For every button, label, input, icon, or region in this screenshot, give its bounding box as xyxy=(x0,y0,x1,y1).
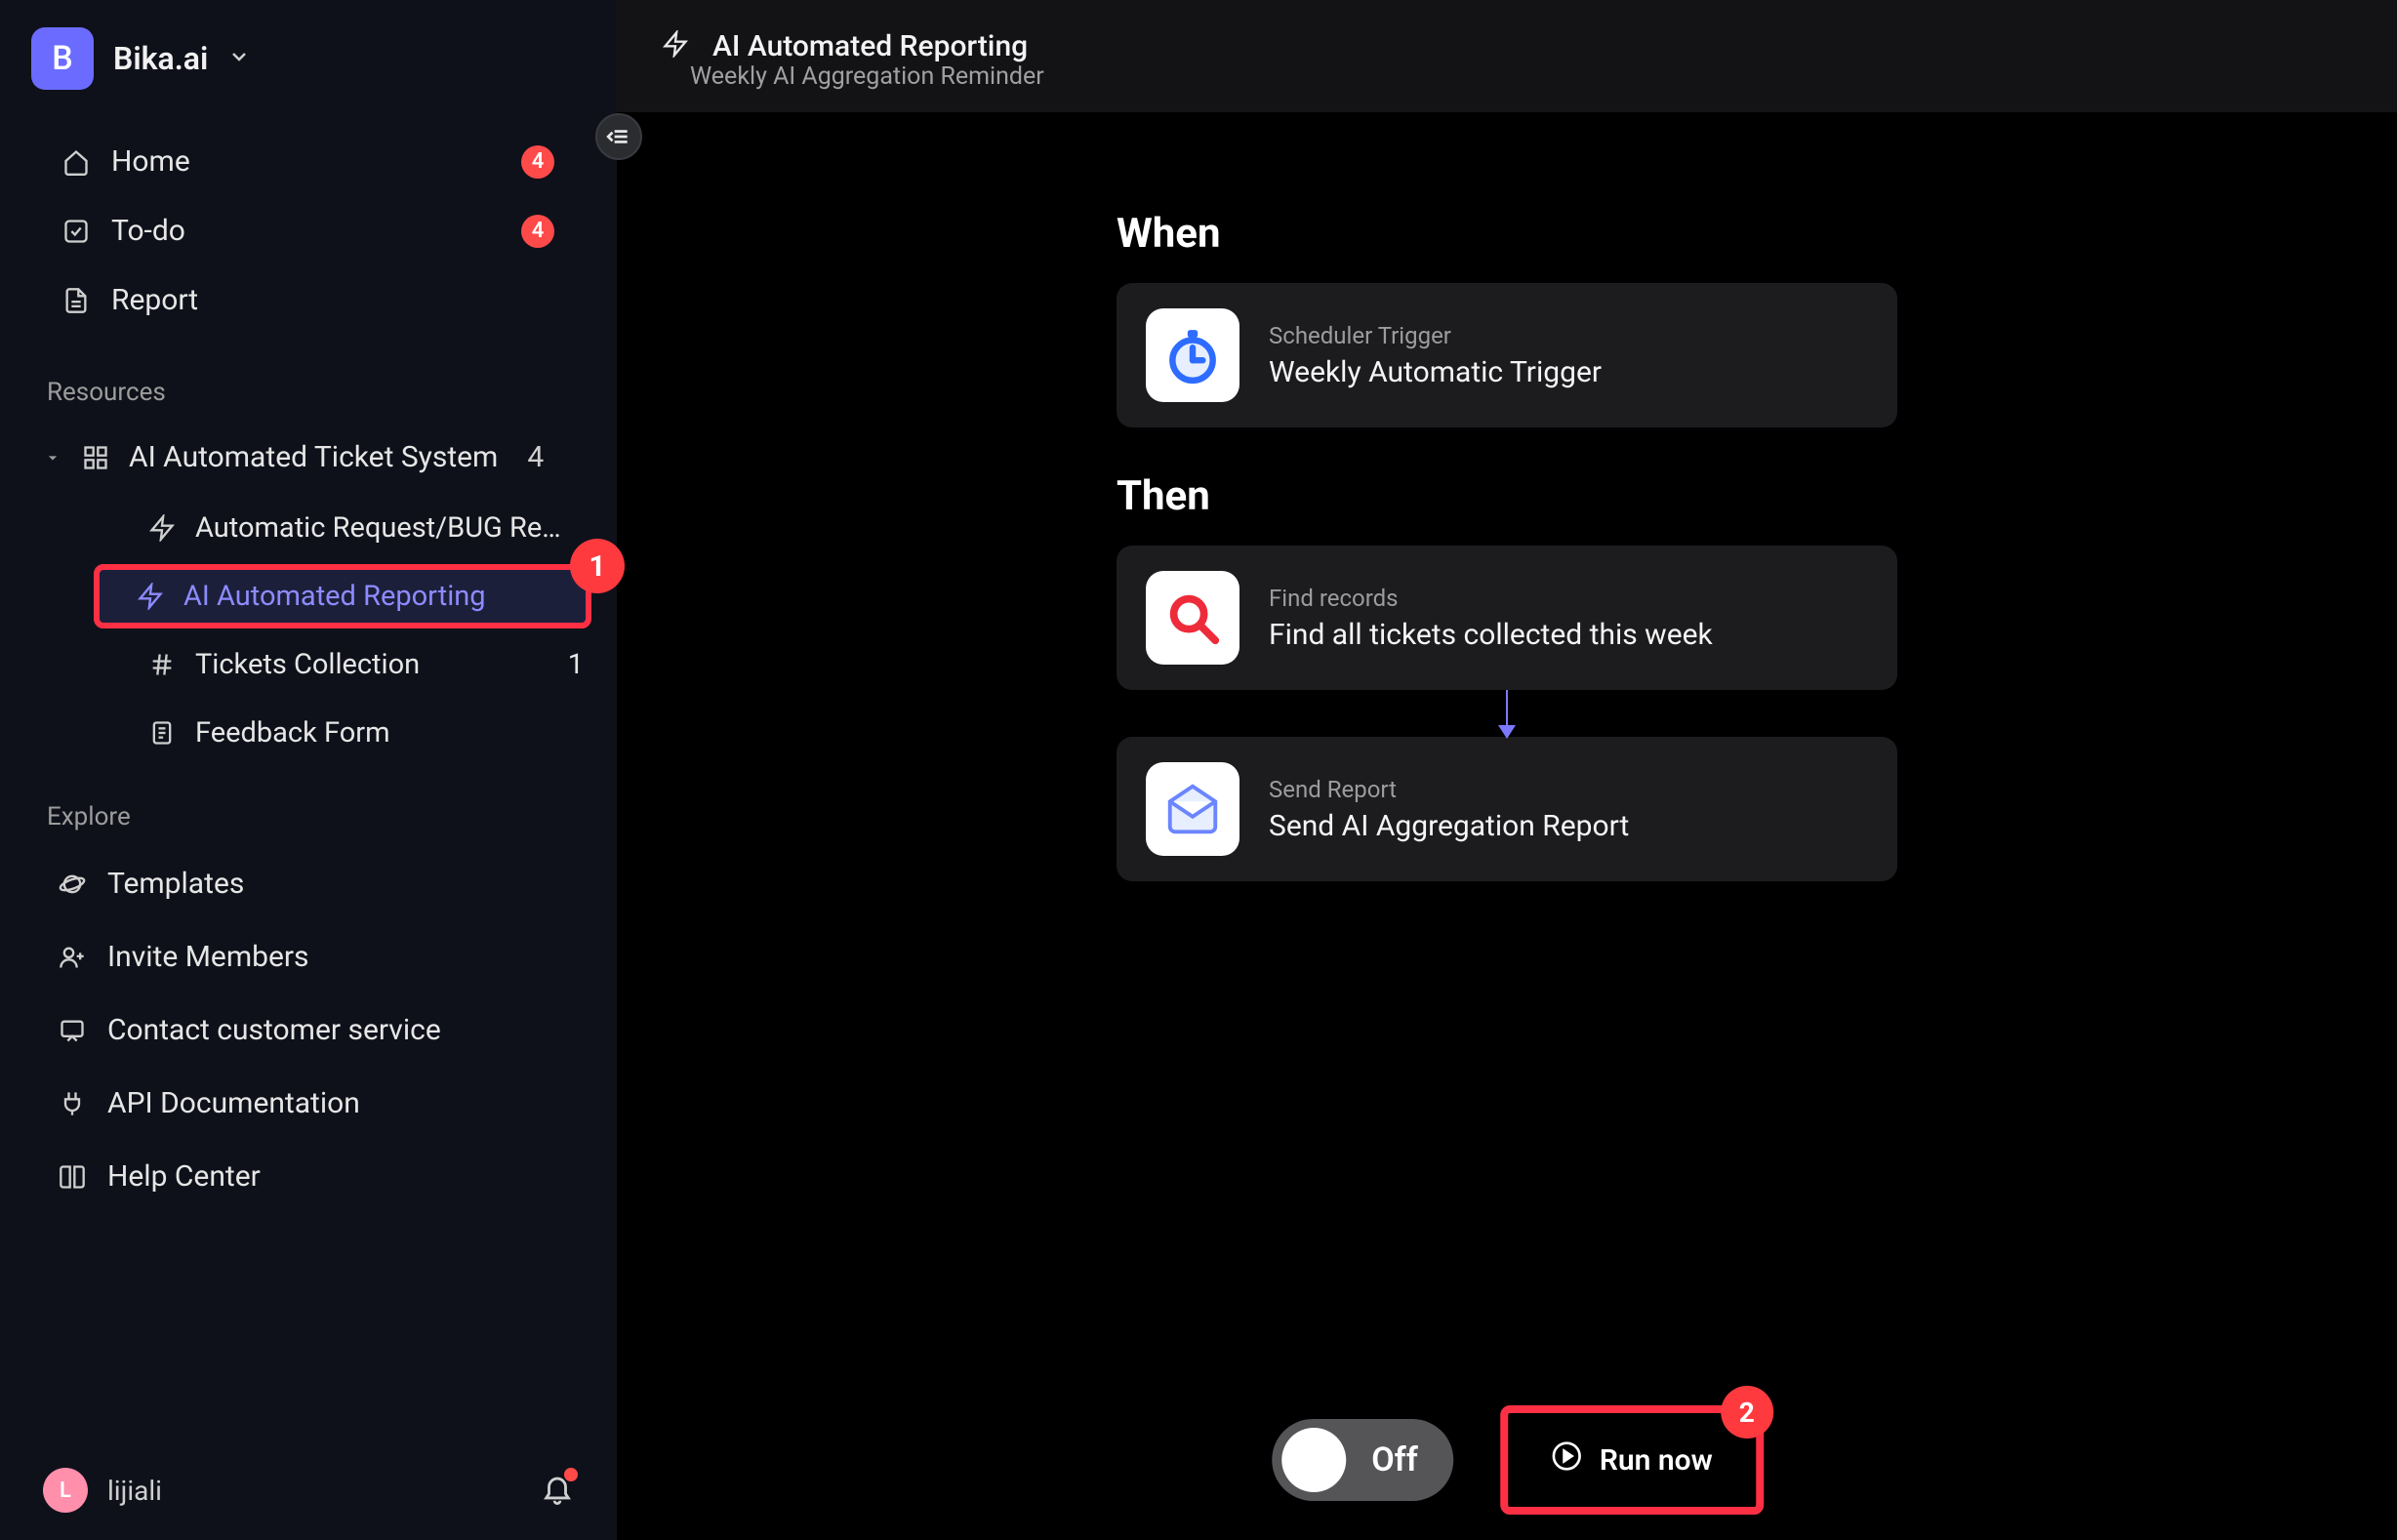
resource-item-tickets-collection[interactable]: Tickets Collection 1 xyxy=(12,632,605,697)
card-title: Find all tickets collected this week xyxy=(1269,618,1713,652)
play-circle-icon xyxy=(1551,1440,1582,1479)
user-name: lijiali xyxy=(107,1475,162,1507)
nav-label: To-do xyxy=(111,214,185,248)
page-title: AI Automated Reporting xyxy=(712,29,1028,63)
then-heading: Then xyxy=(1117,472,1897,520)
flow-column: When Scheduler Trigger Weekly Automatic … xyxy=(1117,210,1897,1540)
explore-label: Help Center xyxy=(107,1159,261,1194)
run-label: Run now xyxy=(1600,1443,1713,1478)
resource-folder-label: AI Automated Ticket System xyxy=(129,440,498,474)
workspace-switcher[interactable]: B Bika.ai xyxy=(0,0,617,117)
nav-todo[interactable]: To-do 4 xyxy=(14,196,603,265)
flow-connector xyxy=(1117,690,1897,737)
stopwatch-icon xyxy=(1146,308,1239,402)
resource-item-label: Tickets Collection xyxy=(195,648,420,681)
flow-canvas: When Scheduler Trigger Weekly Automatic … xyxy=(617,112,2397,1540)
explore-label: Contact customer service xyxy=(107,1013,441,1047)
resource-item-feedback-form[interactable]: Feedback Form xyxy=(12,701,605,765)
collapse-sidebar-button[interactable] xyxy=(595,113,642,160)
notification-dot-icon xyxy=(564,1468,578,1481)
explore-api[interactable]: API Documentation xyxy=(0,1067,617,1140)
sidebar-footer: L lijiali xyxy=(0,1440,617,1540)
nav-label: Home xyxy=(111,144,190,179)
book-icon xyxy=(59,1163,86,1191)
main-panel: AI Automated Reporting Weekly AI Aggrega… xyxy=(617,0,2397,1540)
top-header-wrap: AI Automated Reporting Weekly AI Aggrega… xyxy=(617,0,2397,112)
workspace-name: Bika.ai xyxy=(113,40,208,77)
plug-icon xyxy=(59,1090,86,1117)
card-texts: Scheduler Trigger Weekly Automatic Trigg… xyxy=(1269,322,1602,389)
card-kicker: Send Report xyxy=(1269,776,1629,803)
explore-invite[interactable]: Invite Members xyxy=(0,920,617,993)
toggle-knob-icon xyxy=(1281,1428,1346,1492)
check-square-icon xyxy=(62,218,90,245)
nav-label: Report xyxy=(111,283,198,317)
trigger-card[interactable]: Scheduler Trigger Weekly Automatic Trigg… xyxy=(1117,283,1897,427)
page-subtitle: Weekly AI Aggregation Reminder xyxy=(617,62,2397,91)
resource-folder[interactable]: AI Automated Ticket System 4 xyxy=(0,423,617,492)
resource-item-ai-reporting[interactable]: AI Automated Reporting 1 xyxy=(94,564,591,628)
action-card-send-report[interactable]: Send Report Send AI Aggregation Report xyxy=(1117,737,1897,881)
resource-item-automatic-request[interactable]: Automatic Request/BUG Re… xyxy=(12,496,605,560)
notifications-button[interactable] xyxy=(541,1472,574,1509)
lightning-icon xyxy=(662,30,689,61)
hash-icon xyxy=(148,651,176,678)
card-texts: Find records Find all tickets collected … xyxy=(1269,585,1713,652)
section-resources-title: Resources xyxy=(0,344,617,423)
clipboard-icon xyxy=(148,719,176,747)
explore-contact[interactable]: Contact customer service xyxy=(0,993,617,1067)
workspace-avatar: B xyxy=(31,27,94,90)
badge-count: 4 xyxy=(521,215,554,248)
bottom-bar: Off Run now 2 xyxy=(1272,1419,1742,1501)
explore-label: API Documentation xyxy=(107,1086,360,1120)
arrow-down-icon xyxy=(1498,725,1516,739)
section-explore-title: Explore xyxy=(0,769,617,847)
home-icon xyxy=(62,148,90,176)
sidebar-nav: Home 4 To-do 4 Report xyxy=(0,117,617,344)
run-now-button[interactable]: Run now 2 xyxy=(1522,1421,1742,1499)
document-icon xyxy=(62,287,90,314)
resource-item-label: Feedback Form xyxy=(195,716,390,750)
explore-nav: Templates Invite Members Contact custome… xyxy=(0,847,617,1213)
user-plus-icon xyxy=(59,944,86,971)
chat-icon xyxy=(59,1017,86,1044)
resource-item-label: AI Automated Reporting xyxy=(183,580,486,613)
card-kicker: Scheduler Trigger xyxy=(1269,322,1602,349)
resource-folder-count: 4 xyxy=(527,440,544,474)
planet-icon xyxy=(59,871,86,898)
when-heading: When xyxy=(1117,210,1897,258)
mail-open-icon xyxy=(1146,762,1239,856)
resource-item-label: Automatic Request/BUG Re… xyxy=(195,511,561,545)
automation-toggle[interactable]: Off xyxy=(1272,1419,1453,1501)
annotation-badge-2: 2 xyxy=(1721,1386,1773,1439)
sidebar: B Bika.ai Home 4 To-do 4 Report Resou xyxy=(0,0,617,1540)
resource-item-count: 1 xyxy=(568,648,584,681)
explore-label: Templates xyxy=(107,867,244,901)
lightning-icon xyxy=(148,514,176,542)
grid-icon xyxy=(82,444,109,471)
toggle-state-label: Off xyxy=(1371,1440,1418,1479)
user-avatar: L xyxy=(43,1468,88,1513)
lightning-icon xyxy=(137,583,164,610)
card-title: Send AI Aggregation Report xyxy=(1269,809,1629,843)
card-texts: Send Report Send AI Aggregation Report xyxy=(1269,776,1629,843)
user-menu[interactable]: L lijiali xyxy=(43,1468,162,1513)
nav-home[interactable]: Home 4 xyxy=(14,127,603,196)
explore-label: Invite Members xyxy=(107,940,309,974)
card-title: Weekly Automatic Trigger xyxy=(1269,355,1602,389)
explore-templates[interactable]: Templates xyxy=(0,847,617,920)
action-card-find-records[interactable]: Find records Find all tickets collected … xyxy=(1117,546,1897,690)
chevron-down-icon xyxy=(227,45,251,72)
caret-down-icon xyxy=(43,448,62,467)
nav-report[interactable]: Report xyxy=(14,265,603,335)
badge-count: 4 xyxy=(521,145,554,179)
explore-help[interactable]: Help Center xyxy=(0,1140,617,1213)
search-icon xyxy=(1146,571,1239,665)
card-kicker: Find records xyxy=(1269,585,1713,612)
